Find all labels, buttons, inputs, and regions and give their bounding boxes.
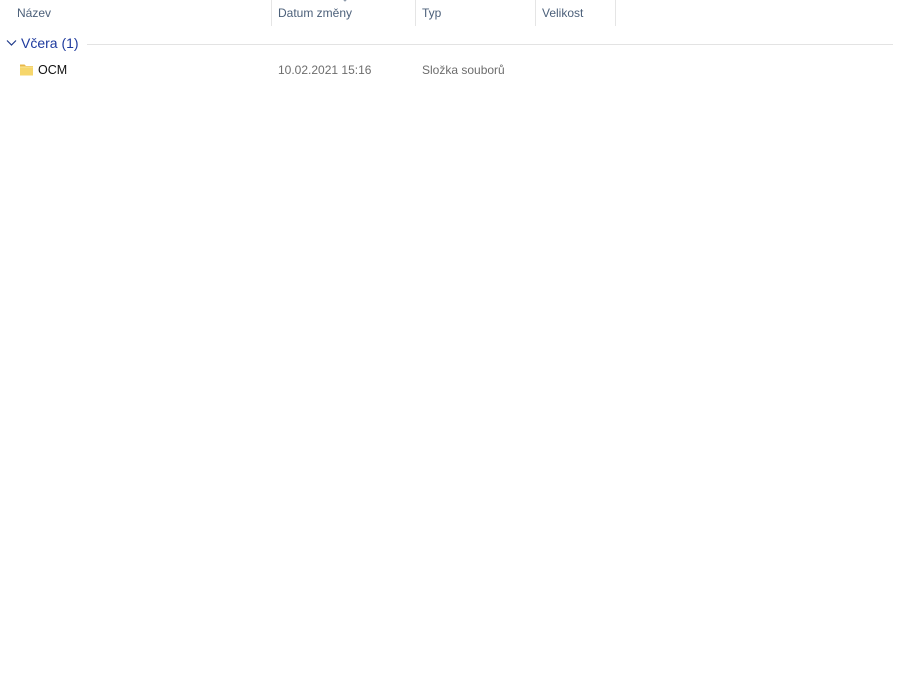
column-header-date-label: Datum změny [278, 6, 353, 20]
table-row[interactable]: OCM 10.02.2021 15:16 Složka souborů [0, 59, 620, 81]
folder-icon [20, 64, 33, 76]
group-divider [87, 44, 893, 45]
chevron-down-icon[interactable] [6, 39, 17, 47]
row-type: Složka souborů [422, 63, 505, 77]
column-header-date[interactable]: Datum změny [272, 0, 416, 26]
sort-descending-icon [343, 0, 347, 2]
column-header-type[interactable]: Typ [416, 0, 536, 26]
row-name: OCM [38, 63, 68, 77]
group-title: Včera (1) [21, 35, 79, 51]
group-header-yesterday[interactable]: Včera (1) [0, 34, 900, 54]
column-header-size[interactable]: Velikost [536, 0, 616, 26]
column-header: Název Datum změny Typ Velikost [0, 0, 900, 26]
row-date: 10.02.2021 15:16 [278, 63, 372, 77]
column-header-name[interactable]: Název [0, 0, 272, 26]
file-list-view: Název Datum změny Typ Velikost Včera (1)… [0, 0, 900, 686]
